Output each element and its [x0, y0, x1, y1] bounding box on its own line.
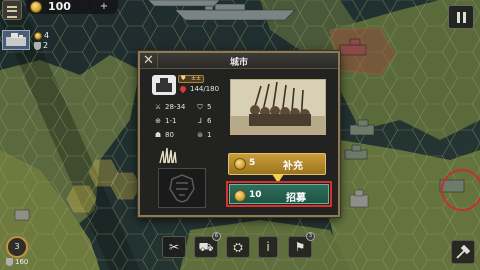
rank-badge: ⛊ ±±: [178, 75, 204, 83]
supply-cost: 5: [249, 158, 256, 168]
unit-portrait-image: [230, 79, 326, 135]
city-coin-row: 4: [34, 31, 49, 40]
city-dialog: ✕ 城市 ⛊ ±± 144/180 ⚔ 28-34 ⛉ 5 ⊕ 1-1 ⅃ 6 …: [138, 51, 340, 217]
level-badge[interactable]: 3: [6, 236, 28, 258]
pause-button[interactable]: [448, 5, 474, 29]
emblem-slot: [158, 168, 206, 208]
dialog-header: ✕ 城市: [140, 53, 338, 69]
stat-attack: ⚔ 28-34: [154, 102, 186, 111]
boot-icon: ⅃: [198, 116, 202, 125]
menu-icon[interactable]: [2, 0, 22, 20]
city-coin-value: 4: [44, 31, 50, 40]
gold-counter: 100 +: [26, 0, 118, 14]
stat-range: ⊕ 1-1: [155, 116, 177, 125]
gold-value: 100: [48, 0, 71, 13]
build-button[interactable]: ⛟ 6: [194, 232, 221, 258]
shield-icon: [34, 41, 41, 50]
stat-defense: ⛉ 5: [197, 102, 212, 111]
stat-morale: ☗ 80: [154, 130, 174, 139]
faction-emblem-icon: [169, 174, 195, 203]
gift-button[interactable]: ⚑ 3: [288, 232, 315, 258]
hp-display: 144/180: [178, 84, 220, 94]
supply-button[interactable]: 5 补充: [228, 153, 326, 175]
gift-icon: ⚑: [294, 240, 306, 254]
build-icon: ⛟: [198, 240, 214, 254]
shield-icon: [6, 258, 13, 266]
info-button[interactable]: i: [258, 236, 278, 258]
recruit-button[interactable]: 10 招募: [226, 181, 332, 207]
coin-icon: [234, 158, 246, 170]
unit-type-icon: [152, 75, 176, 95]
hammer-icon: [456, 244, 471, 259]
city-shield-value: 2: [43, 41, 49, 50]
army-icon: ⛭: [233, 240, 243, 254]
notification-badge: 6: [212, 232, 221, 241]
city-resources: 4 2: [34, 31, 49, 50]
morale-icon: ☗: [154, 130, 162, 139]
pause-icon: [457, 12, 460, 23]
terrain-grass-icon: [159, 147, 177, 164]
stat-movement: ⅃ 6: [196, 116, 211, 125]
level-points: 160: [6, 258, 28, 266]
city-shield-row: 2: [34, 41, 49, 50]
dialog-title: 城市: [229, 58, 248, 68]
army-button[interactable]: ⛭: [226, 236, 250, 258]
rank-icon: ⛊: [181, 75, 186, 82]
tools-button[interactable]: ✂: [162, 236, 186, 258]
coin-icon: [234, 190, 246, 202]
recruit-label: 招募: [286, 193, 306, 204]
recruit-cost: 10: [249, 190, 262, 200]
city-flag-icon[interactable]: [2, 30, 30, 50]
coin-icon: [34, 31, 42, 40]
swords-icon: ⚔: [154, 102, 162, 111]
crosshair-icon: ⊕: [155, 116, 161, 125]
stat-supply: ⊜ 1: [197, 130, 212, 139]
coin-icon: [30, 1, 42, 13]
shield-icon: ⛉: [197, 102, 203, 111]
supply-icon: ⊜: [197, 130, 203, 139]
hp-value: 144/180: [190, 85, 220, 93]
notification-badge: 3: [306, 232, 315, 241]
info-icon: i: [266, 240, 270, 254]
add-gold-icon[interactable]: +: [98, 1, 110, 13]
supply-label: 补充: [283, 161, 303, 172]
heart-icon: [178, 84, 188, 94]
end-turn-button[interactable]: [451, 240, 475, 264]
wrench-hammer-icon: ✂: [168, 240, 180, 254]
